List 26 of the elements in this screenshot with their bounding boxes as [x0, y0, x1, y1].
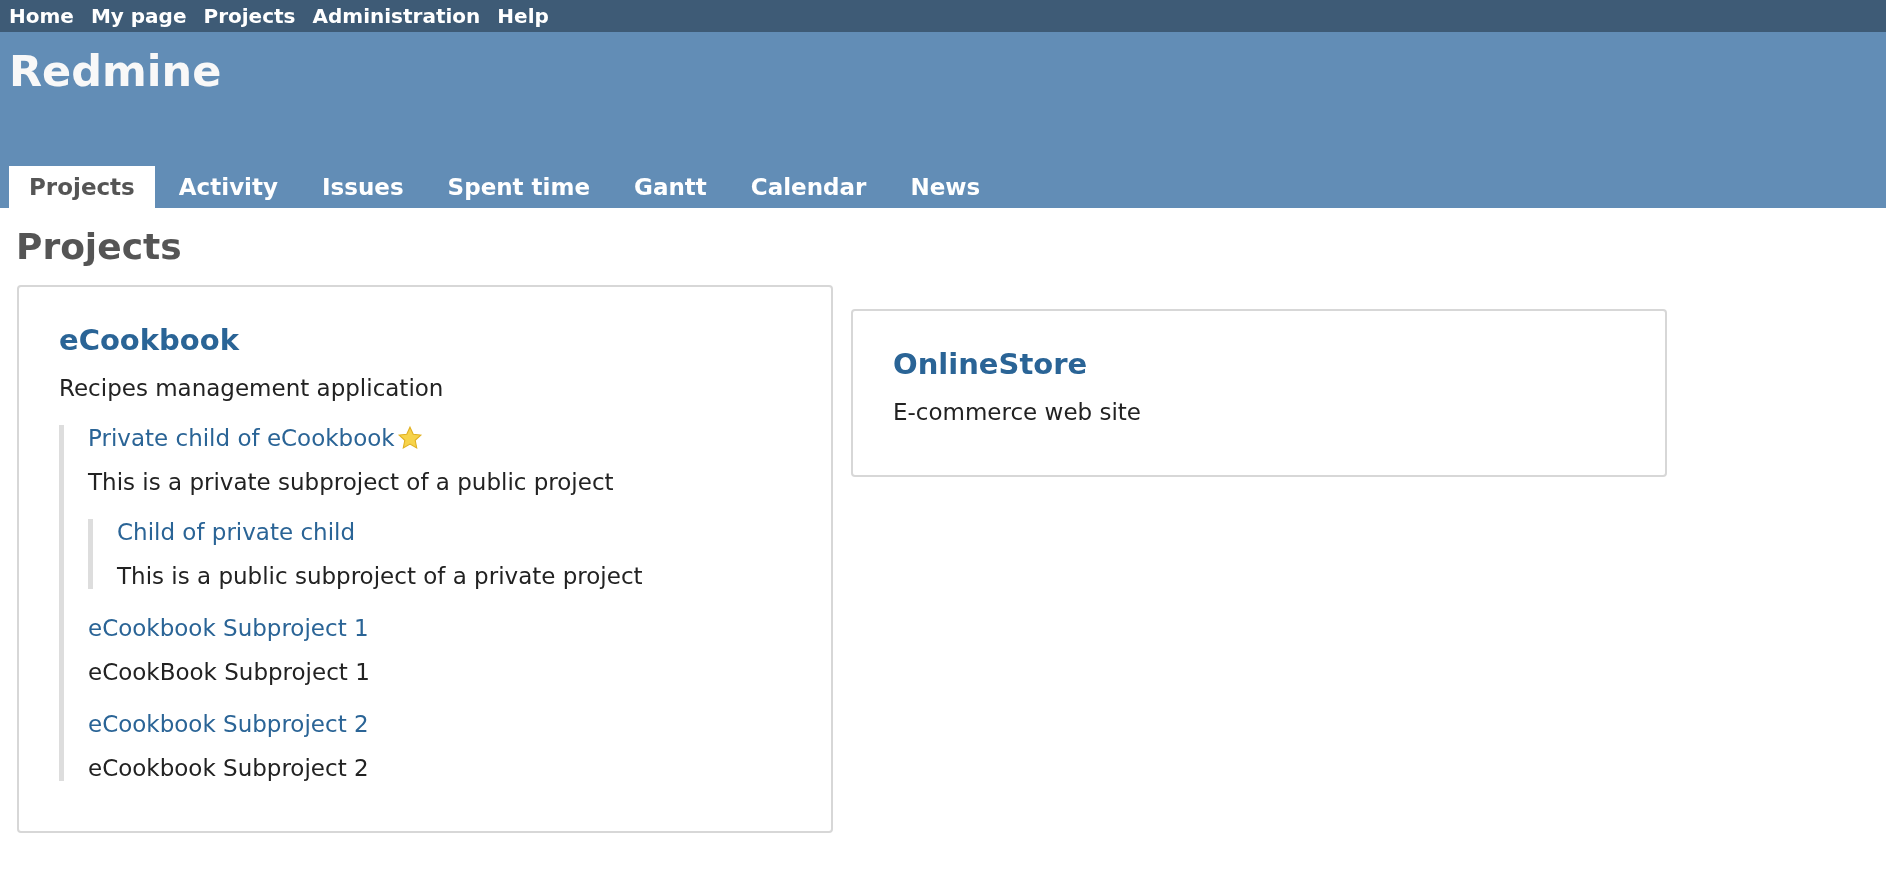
top-menu-link[interactable]: Projects — [203, 4, 296, 28]
nav-tab[interactable]: Gantt — [614, 166, 727, 208]
project-link[interactable]: Private child of eCookbook — [88, 425, 395, 451]
top-menu-link[interactable]: Home — [9, 4, 74, 28]
project-link[interactable]: OnlineStore — [893, 347, 1088, 381]
project-description: E-commerce web site — [893, 399, 1141, 425]
nav-tab[interactable]: Spent time — [427, 166, 611, 208]
top-menu-link[interactable]: Administration — [312, 4, 481, 28]
project-description: eCookBook Subproject 1 — [88, 659, 370, 685]
nav-tab[interactable]: Issues — [302, 166, 424, 208]
project-description: This is a public subproject of a private project — [117, 563, 643, 589]
project-description: eCookbook Subproject 2 — [88, 755, 369, 781]
project-description: Recipes management application — [59, 375, 444, 401]
project-link[interactable]: Child of private child — [117, 519, 356, 545]
project-description: This is a private subproject of a public project — [88, 469, 614, 495]
nav-tab[interactable]: Calendar — [730, 166, 887, 208]
top-menu-link[interactable]: My page — [90, 4, 187, 28]
project-link[interactable]: eCookbook — [59, 323, 239, 357]
page-title: Projects — [16, 226, 182, 267]
nav-tab[interactable]: Projects — [9, 166, 155, 208]
project-link[interactable]: eCookbook Subproject 2 — [88, 711, 369, 737]
project-link[interactable]: eCookbook Subproject 1 — [88, 615, 369, 641]
nav-tab[interactable]: Activity — [158, 166, 298, 208]
top-menu-link[interactable]: Help — [497, 4, 549, 28]
nav-tab[interactable]: News — [890, 166, 1001, 208]
site-title: Redmine — [9, 46, 222, 96]
